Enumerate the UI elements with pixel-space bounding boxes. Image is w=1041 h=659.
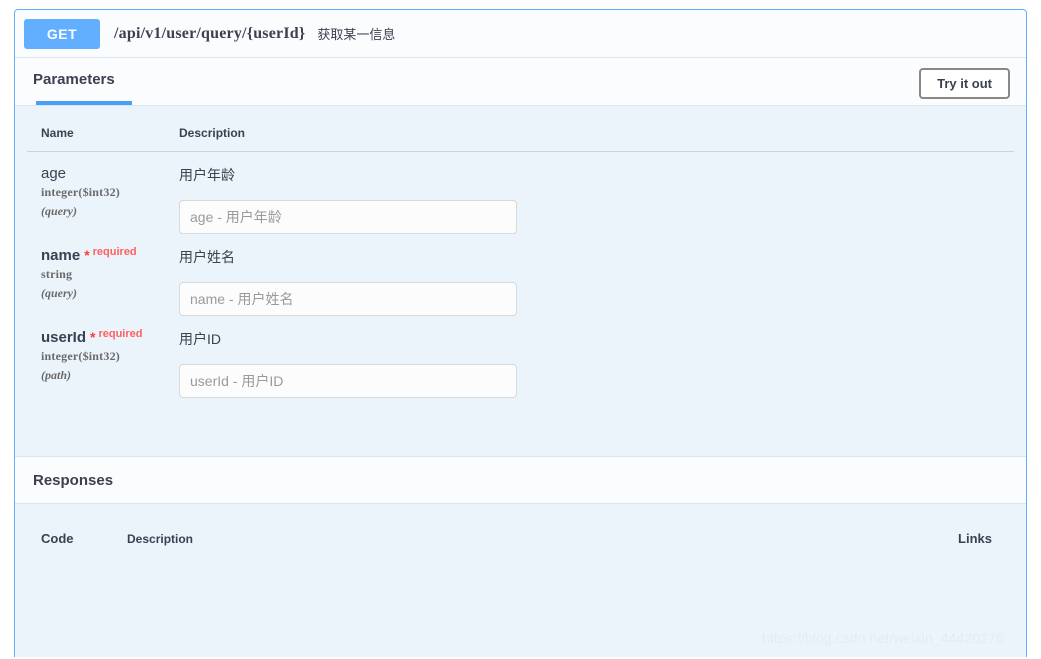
column-header-links: Links bbox=[958, 531, 992, 546]
parameter-name: name bbox=[41, 247, 81, 264]
responses-title: Responses bbox=[33, 471, 114, 489]
tab-parameters[interactable]: Parameters bbox=[27, 71, 121, 89]
parameter-description: 用户ID bbox=[179, 331, 221, 347]
parameter-description-cell: 用户姓名 bbox=[179, 246, 1000, 316]
parameter-location: (query) bbox=[41, 286, 77, 300]
parameters-table-header: Name Description bbox=[27, 106, 1014, 152]
operation-path: /api/v1/user/query/{userId} bbox=[114, 24, 306, 42]
required-label: required bbox=[98, 328, 143, 340]
parameter-description-cell: 用户年龄 bbox=[179, 164, 1000, 234]
parameter-type: integer($int32) bbox=[41, 349, 120, 363]
table-row: age integer($int32) (query) 用户年龄 bbox=[27, 152, 1014, 234]
http-method-badge: GET bbox=[24, 18, 100, 49]
parameter-location: (path) bbox=[41, 368, 71, 382]
responses-table-header: Code Description Links bbox=[27, 504, 1014, 546]
parameter-name-cell: name * required string (query) bbox=[41, 246, 179, 316]
parameters-section-header: Parameters Try it out bbox=[15, 58, 1026, 105]
parameter-type: string bbox=[41, 267, 73, 281]
parameters-bottom-spacer bbox=[27, 398, 1014, 456]
operation-summary-row[interactable]: GET /api/v1/user/query/{userId} 获取某一信息 bbox=[15, 10, 1026, 58]
table-row: userId * required integer($int32) (path)… bbox=[27, 316, 1014, 398]
parameter-description-cell: 用户ID bbox=[179, 328, 1000, 398]
column-header-response-description: Description bbox=[127, 532, 194, 546]
parameter-description: 用户姓名 bbox=[179, 249, 235, 265]
parameter-name: age bbox=[41, 165, 67, 182]
parameter-name-line: age bbox=[41, 165, 179, 182]
required-label: required bbox=[92, 246, 137, 258]
parameter-input-name[interactable] bbox=[179, 282, 517, 316]
try-it-out-button[interactable]: Try it out bbox=[919, 68, 1010, 99]
required-asterisk-icon: * bbox=[84, 247, 90, 263]
parameter-name-line: userId * required bbox=[41, 328, 179, 346]
parameter-name-line: name * required bbox=[41, 246, 179, 264]
table-row: name * required string (query) 用户姓名 bbox=[27, 234, 1014, 316]
parameter-name: userId bbox=[41, 329, 87, 346]
responses-table: Code Description Links bbox=[15, 504, 1026, 546]
parameter-input-age[interactable] bbox=[179, 200, 517, 234]
parameter-location: (query) bbox=[41, 204, 77, 218]
parameter-name-cell: userId * required integer($int32) (path) bbox=[41, 328, 179, 398]
column-header-description: Description bbox=[179, 126, 246, 140]
parameters-table: Name Description age integer($int32) (qu… bbox=[15, 105, 1026, 456]
responses-section-header: Responses bbox=[15, 456, 1026, 504]
required-asterisk-icon: * bbox=[90, 329, 96, 345]
parameter-name-cell: age integer($int32) (query) bbox=[41, 164, 179, 234]
parameter-type: integer($int32) bbox=[41, 185, 120, 199]
tab-active-underline bbox=[36, 101, 132, 105]
api-operation-block: GET /api/v1/user/query/{userId} 获取某一信息 P… bbox=[14, 9, 1027, 657]
parameter-input-userid[interactable] bbox=[179, 364, 517, 398]
column-header-code: Code bbox=[41, 531, 74, 546]
column-header-name: Name bbox=[41, 126, 74, 140]
operation-summary-description: 获取某一信息 bbox=[317, 27, 396, 42]
parameter-description: 用户年龄 bbox=[179, 167, 235, 183]
